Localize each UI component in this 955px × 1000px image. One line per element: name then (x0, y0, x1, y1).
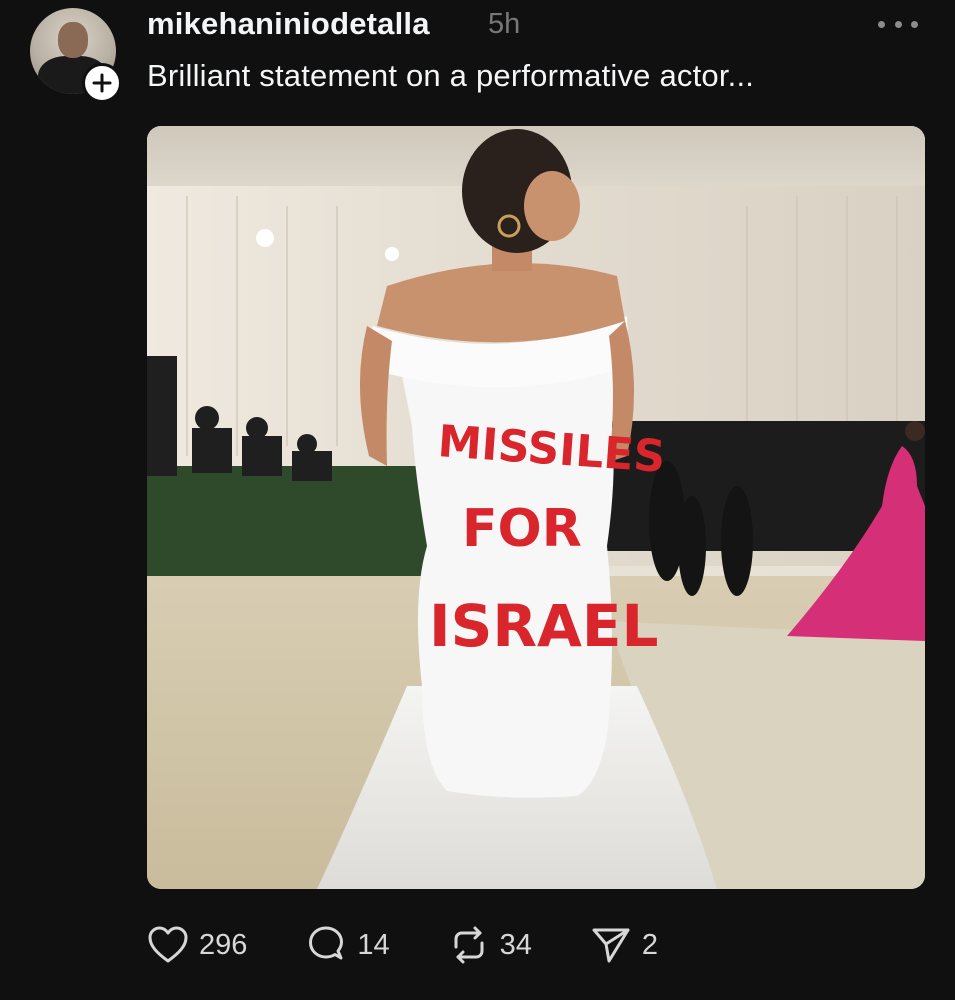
like-count: 296 (199, 928, 248, 961)
action-bar: 296 14 34 2 (147, 922, 716, 968)
avatar-container[interactable] (30, 8, 122, 103)
comment-bubble-icon (309, 926, 344, 960)
follow-button[interactable] (82, 63, 122, 103)
repost-count: 34 (499, 928, 532, 961)
send-icon (592, 928, 630, 963)
repost-icon (454, 926, 484, 964)
repost-button[interactable]: 34 (448, 925, 532, 965)
like-button[interactable]: 296 (147, 925, 247, 965)
thread-post: mikehaniniodetalla 5h Brilliant statemen… (0, 0, 955, 1000)
dress-text-line2: FOR (462, 499, 582, 559)
username-link[interactable]: mikehaniniodetalla (147, 6, 430, 42)
post-image[interactable]: MISSILES FOR ISRAEL (147, 126, 925, 889)
heart-icon (148, 926, 188, 963)
photo-illustration: MISSILES FOR ISRAEL (147, 126, 925, 889)
share-count: 2 (641, 928, 659, 961)
more-dots-icon (878, 20, 885, 28)
share-button[interactable]: 2 (590, 925, 658, 965)
plus-icon (92, 73, 112, 93)
post-timestamp[interactable]: 5h (488, 8, 520, 41)
reply-button[interactable]: 14 (305, 925, 390, 965)
post-caption: Brilliant statement on a performative ac… (147, 58, 755, 93)
dress-text-line3: ISRAEL (429, 592, 658, 660)
more-options-button[interactable] (878, 12, 918, 36)
reply-count: 14 (357, 928, 390, 961)
